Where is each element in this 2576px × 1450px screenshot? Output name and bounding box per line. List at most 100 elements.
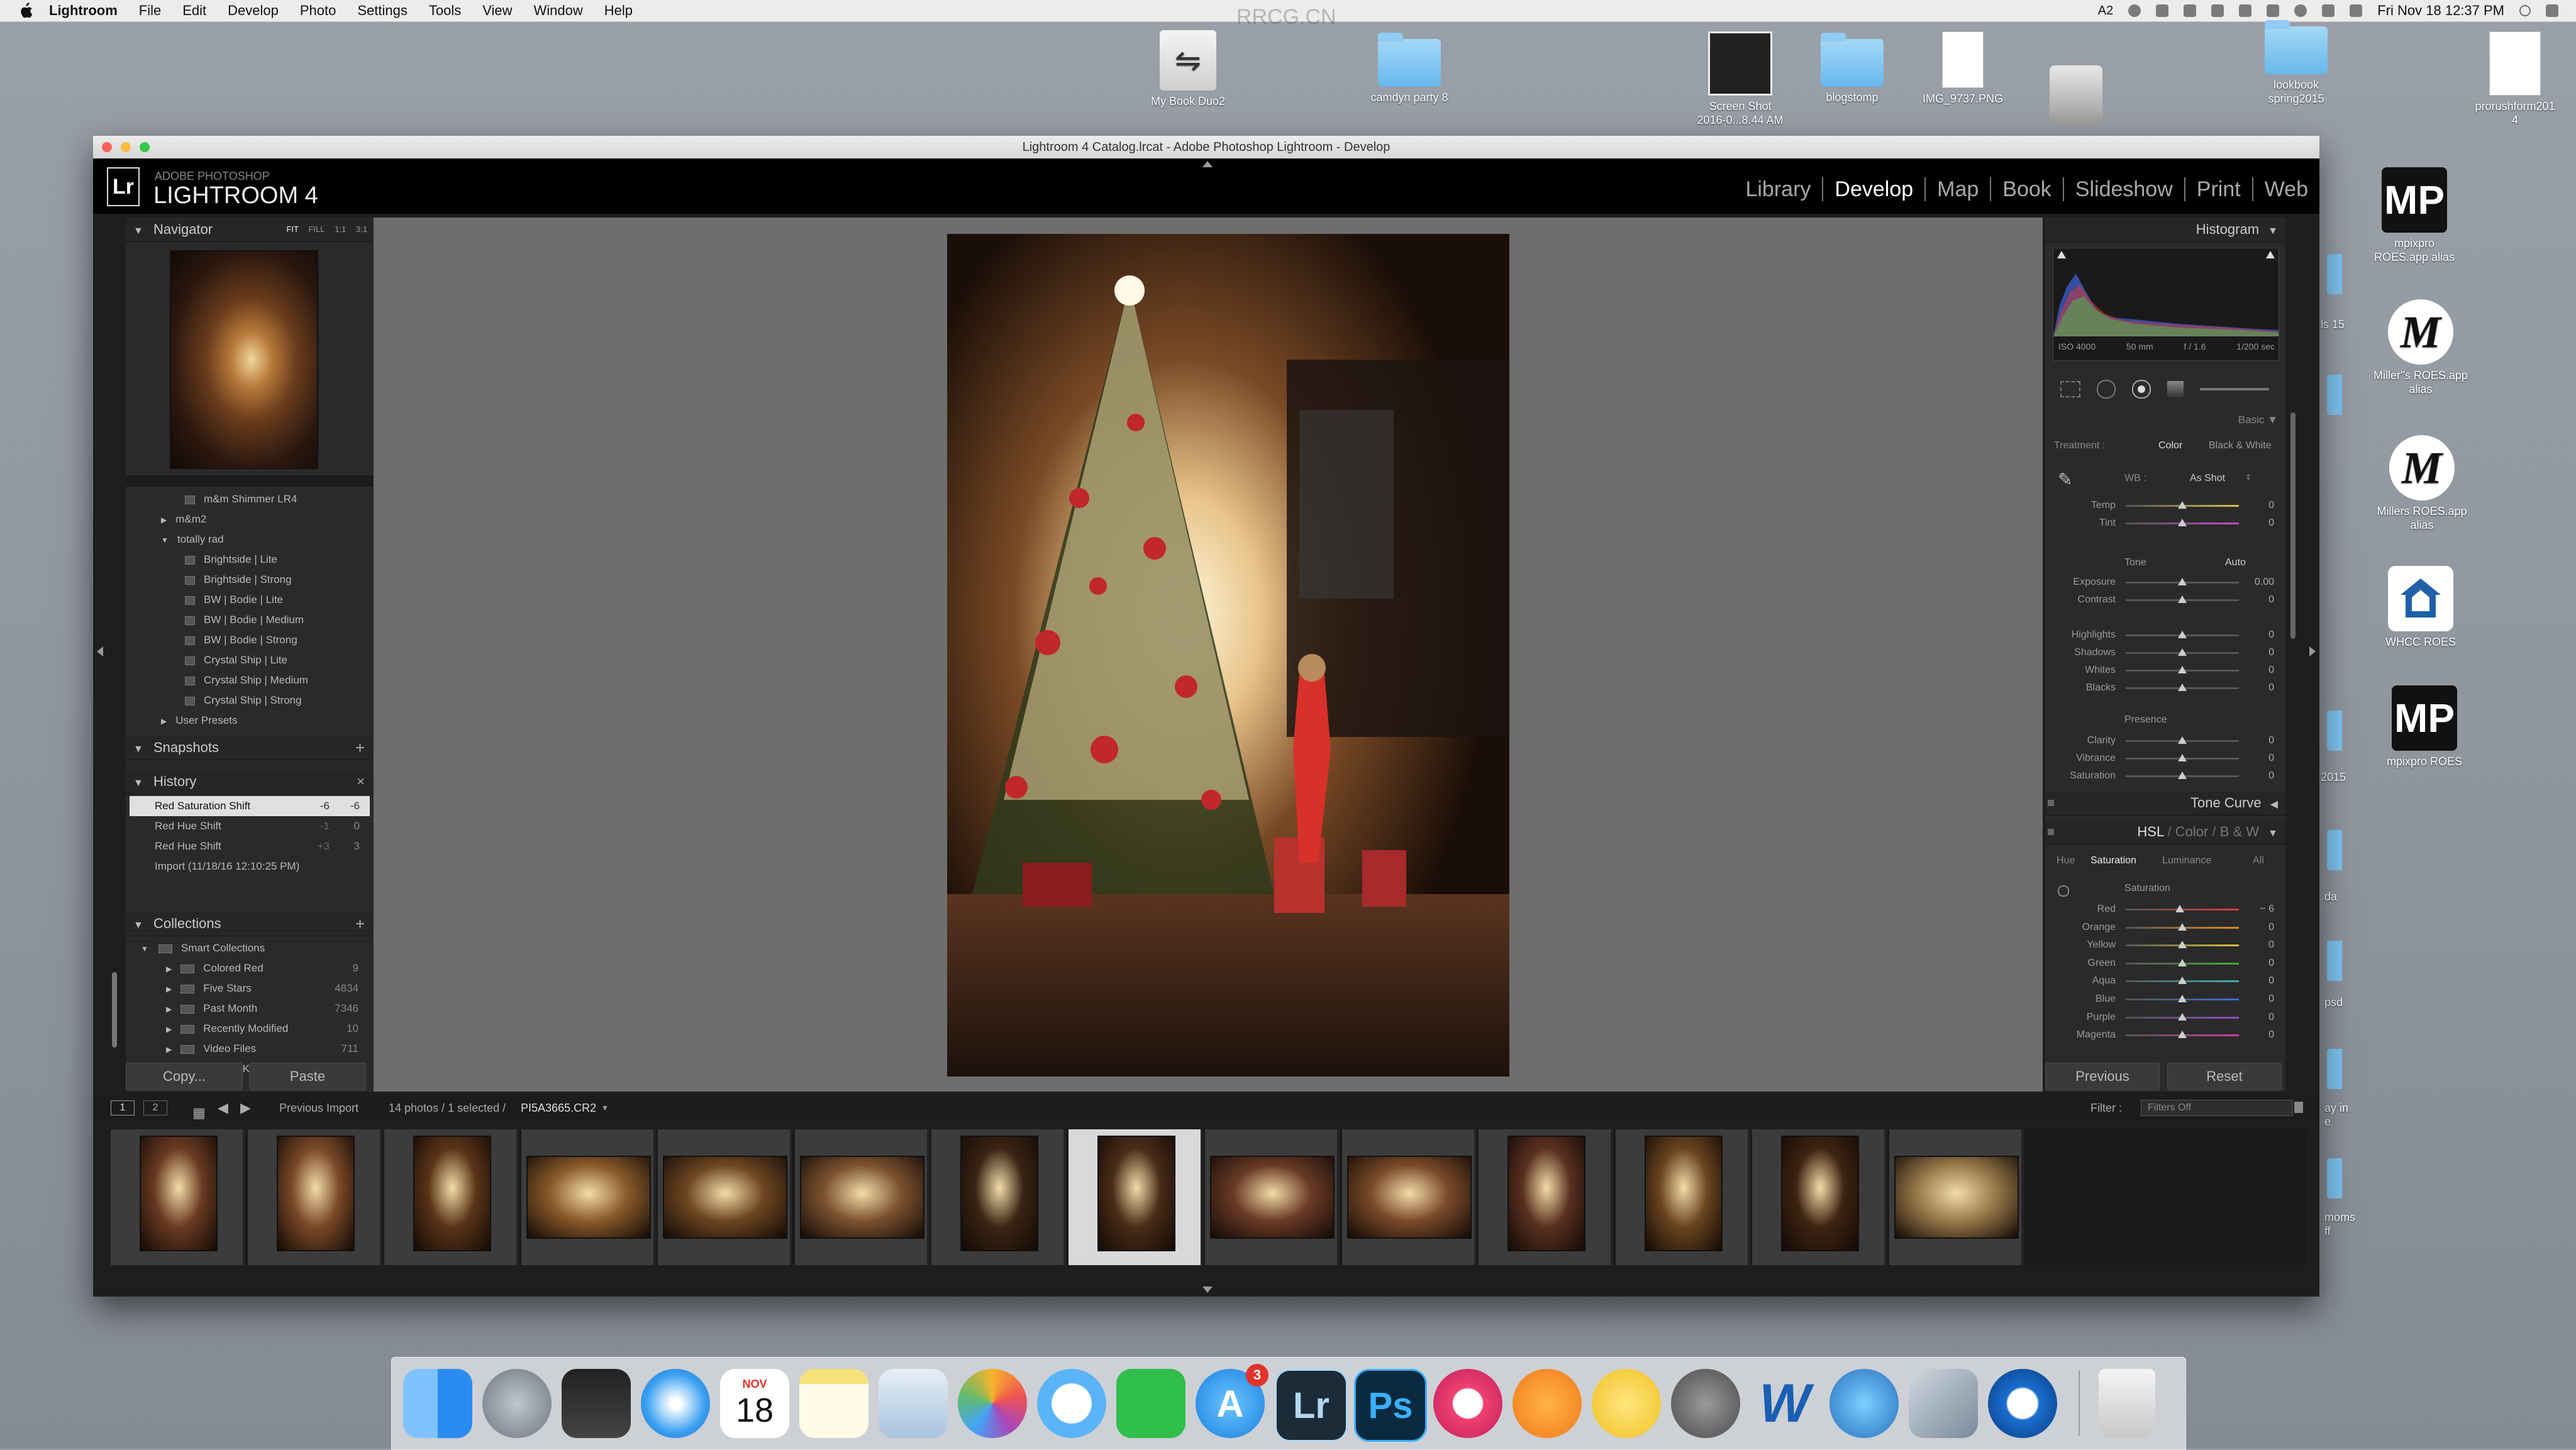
- collections-header[interactable]: ▼ Collections +: [126, 912, 374, 936]
- slider-track[interactable]: [2126, 578, 2239, 585]
- collection-item[interactable]: ▶ Past Month 7346: [126, 999, 374, 1019]
- right-panel-scrollbar[interactable]: [2290, 412, 2296, 639]
- copy-settings-button[interactable]: Copy...: [126, 1063, 243, 1090]
- slider-thumb[interactable]: [2178, 501, 2187, 509]
- desktop-icon-blogstomp[interactable]: blogstomp: [1805, 33, 1899, 104]
- treatment-color-option[interactable]: Color: [2158, 440, 2182, 451]
- partial-folder-icon[interactable]: [2327, 1049, 2342, 1089]
- slider-track[interactable]: [2126, 958, 2239, 966]
- menu-view[interactable]: View: [482, 3, 512, 19]
- basic-slider-contrast[interactable]: Contrast 0: [2045, 591, 2284, 609]
- slider-thumb[interactable]: [2178, 683, 2187, 691]
- time-machine-icon[interactable]: [2294, 4, 2307, 17]
- desktop-icon-screen-shot[interactable]: Screen Shot 2016-0...8.44 AM: [1693, 31, 1787, 127]
- hsl-target-adjust-icon[interactable]: [2058, 885, 2069, 897]
- filmstrip-thumbnail[interactable]: [931, 1129, 1066, 1265]
- dock-word-icon[interactable]: W: [1750, 1369, 1819, 1438]
- history-item[interactable]: Red Hue Shift -1 0: [126, 816, 374, 836]
- slider-track[interactable]: [2126, 905, 2239, 912]
- history-item[interactable]: Import (11/18/16 12:10:25 PM): [126, 856, 374, 877]
- filmstrip-thumbnail[interactable]: [1205, 1129, 1340, 1265]
- add-snapshot-icon[interactable]: +: [355, 736, 365, 760]
- main-window-button[interactable]: 1: [111, 1100, 135, 1115]
- module-develop[interactable]: Develop: [1823, 177, 1926, 201]
- slider-value[interactable]: 0: [2268, 936, 2274, 954]
- filmstrip-thumbnail[interactable]: [521, 1129, 656, 1265]
- wifi-icon[interactable]: [2350, 4, 2363, 17]
- secondary-window-button[interactable]: 2: [143, 1100, 167, 1115]
- desktop-icon-mpixpro-alias[interactable]: MP mpixpro ROES.app alias: [2367, 167, 2462, 264]
- navigator-preview[interactable]: [170, 250, 318, 469]
- preset-item[interactable]: Brightside | Strong: [126, 570, 374, 590]
- slider-track[interactable]: [2126, 977, 2239, 985]
- partial-folder-icon[interactable]: [2327, 1158, 2342, 1198]
- filmstrip-source[interactable]: Previous Import: [279, 1095, 358, 1121]
- basic-slider-whites[interactable]: Whites 0: [2045, 661, 2284, 679]
- basic-slider-saturation[interactable]: Saturation 0: [2045, 767, 2284, 785]
- slider-value[interactable]: 0: [2268, 679, 2274, 697]
- slider-thumb[interactable]: [2175, 905, 2185, 912]
- slider-thumb[interactable]: [2178, 958, 2187, 966]
- reset-button[interactable]: Reset: [2167, 1063, 2282, 1090]
- slider-track[interactable]: [2126, 1012, 2239, 1021]
- notification-center-icon[interactable]: [2546, 4, 2558, 17]
- slider-thumb[interactable]: [2178, 519, 2187, 526]
- red-eye-tool-icon[interactable]: [2132, 380, 2151, 399]
- preset-item[interactable]: Crystal Ship | Medium: [126, 670, 374, 690]
- basic-header-partial[interactable]: Basic ▼: [2045, 414, 2278, 426]
- color-title[interactable]: Color: [2175, 824, 2209, 839]
- slider-value[interactable]: 0: [2268, 1026, 2274, 1044]
- hsl-slider-orange[interactable]: Orange 0: [2045, 919, 2284, 936]
- previous-settings-button[interactable]: Previous: [2045, 1063, 2160, 1090]
- display-icon[interactable]: [2211, 4, 2224, 17]
- preset-folder[interactable]: ▶ m&m2: [126, 509, 374, 529]
- bw-title[interactable]: B & W: [2220, 824, 2259, 839]
- partial-folder-icon[interactable]: [2327, 941, 2342, 981]
- partial-folder-icon[interactable]: [2327, 375, 2342, 415]
- slider-thumb[interactable]: [2178, 666, 2187, 673]
- clear-history-icon[interactable]: ×: [357, 770, 365, 794]
- slider-track[interactable]: [2126, 995, 2239, 1002]
- filmstrip-thumbnail[interactable]: [1068, 1129, 1203, 1265]
- filter-dropdown[interactable]: Filters Off: [2141, 1100, 2293, 1116]
- cloud-icon[interactable]: [2184, 4, 2197, 17]
- slider-thumb[interactable]: [2178, 977, 2187, 985]
- add-collection-icon[interactable]: +: [355, 912, 365, 936]
- basic-slider-highlights[interactable]: Highlights 0: [2045, 626, 2284, 644]
- collection-item[interactable]: ▶ Five Stars 4834: [126, 978, 374, 999]
- right-panel-toggle-icon[interactable]: [2309, 646, 2316, 656]
- preset-item[interactable]: Crystal Ship | Lite: [126, 650, 374, 670]
- slider-track[interactable]: [2126, 666, 2239, 673]
- slider-thumb[interactable]: [2178, 922, 2187, 931]
- basic-slider-vibrance[interactable]: Vibrance 0: [2045, 750, 2284, 767]
- menu-file[interactable]: File: [139, 3, 161, 19]
- hsl-slider-purple[interactable]: Purple 0: [2045, 1009, 2284, 1026]
- filmstrip-thumbnail[interactable]: [1479, 1129, 1613, 1265]
- menu-settings[interactable]: Settings: [357, 3, 408, 19]
- hsl-slider-red[interactable]: Red − 6: [2045, 900, 2284, 918]
- history-header[interactable]: ▼ History ×: [126, 770, 374, 794]
- slider-track[interactable]: [2126, 1031, 2239, 1039]
- chevron-down-icon[interactable]: ▼: [601, 1095, 609, 1121]
- partial-folder-icon[interactable]: [2327, 254, 2342, 294]
- dock-migration-icon[interactable]: [1909, 1369, 1978, 1438]
- slider-track[interactable]: [2126, 648, 2239, 656]
- preset-folder[interactable]: ▶ User Presets: [126, 711, 374, 731]
- panel-switch-icon[interactable]: [2048, 800, 2054, 806]
- snapshots-header[interactable]: ▼ Snapshots +: [126, 736, 374, 760]
- module-web[interactable]: Web: [2253, 177, 2308, 201]
- main-photo[interactable]: [947, 234, 1509, 1076]
- input-source-icon[interactable]: A2: [2098, 4, 2113, 18]
- dock-launchpad-icon[interactable]: [482, 1369, 552, 1438]
- slider-value[interactable]: 0.00: [2255, 573, 2274, 591]
- dock-itunes-icon[interactable]: ♫: [1433, 1369, 1502, 1438]
- menu-edit[interactable]: Edit: [182, 3, 206, 19]
- filmstrip-thumbnail[interactable]: [1615, 1129, 1750, 1265]
- hsl-title[interactable]: HSL: [2137, 824, 2163, 839]
- slider-thumb[interactable]: [2178, 631, 2187, 638]
- clipping-shadow-indicator[interactable]: [2057, 251, 2066, 258]
- dock-system-preferences-icon[interactable]: [1671, 1369, 1740, 1438]
- slider-value[interactable]: 0: [2268, 732, 2274, 750]
- menu-develop[interactable]: Develop: [228, 3, 279, 19]
- collection-item[interactable]: ▶ Recently Modified 10: [126, 1019, 374, 1039]
